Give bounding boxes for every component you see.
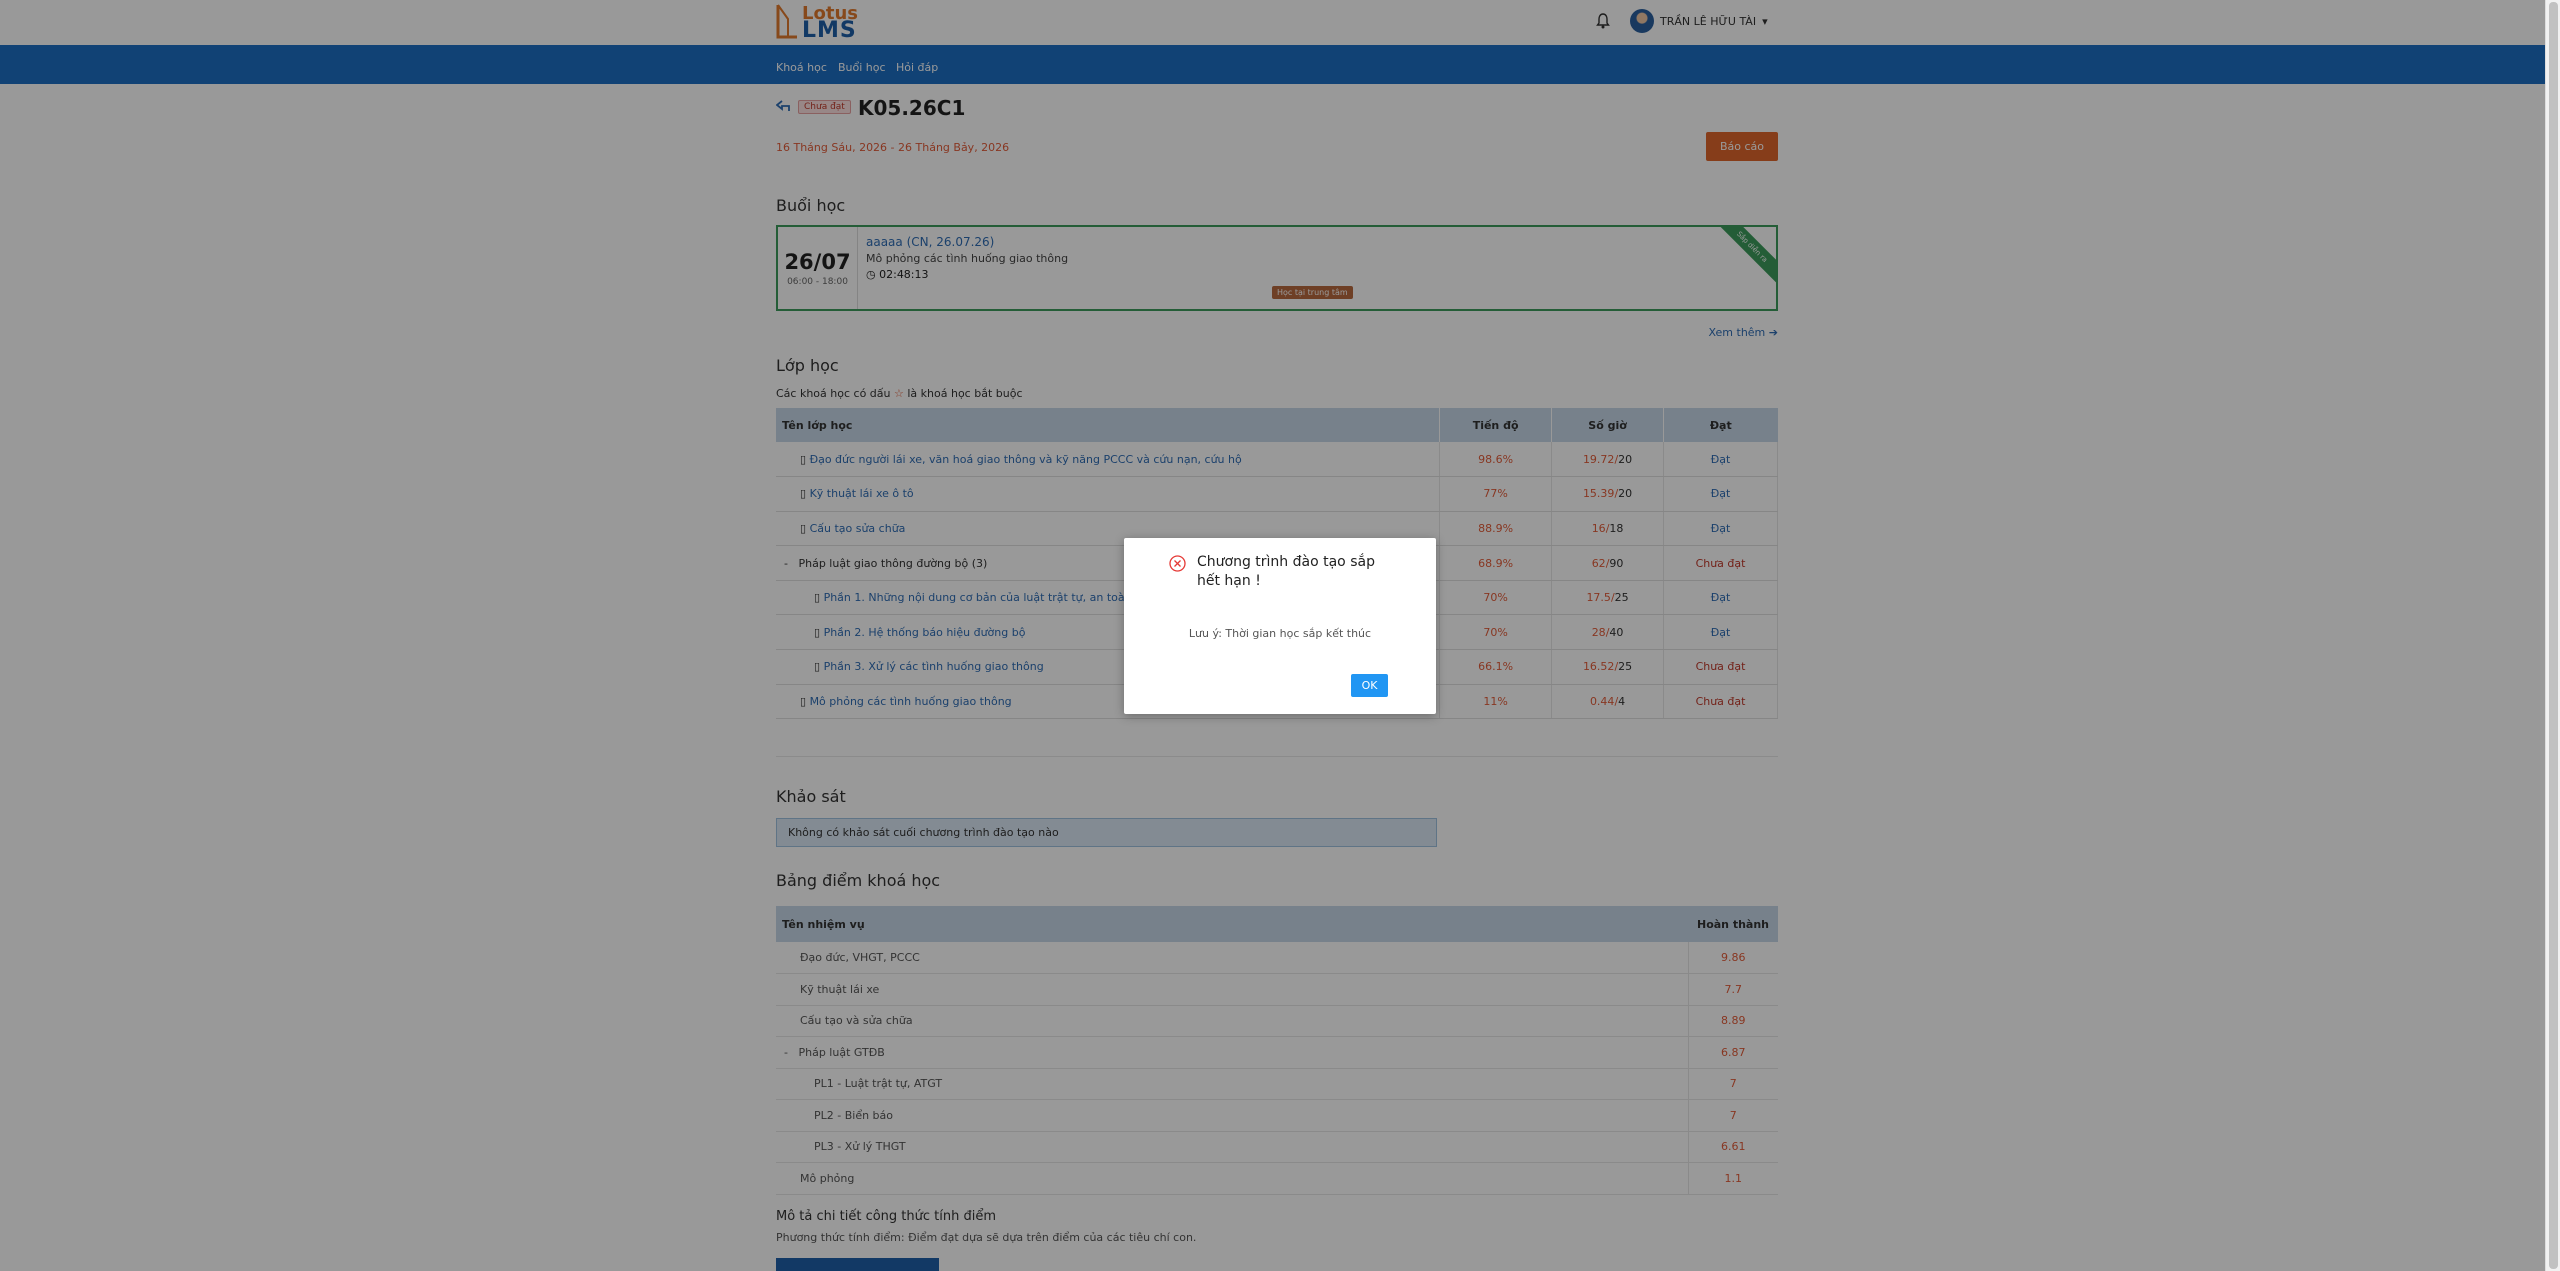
expiry-alert-dialog: Chương trình đào tạo sắp hết hạn ! Lưu ý… — [1124, 538, 1436, 714]
ok-button[interactable]: OK — [1351, 674, 1388, 697]
scrollbar-thumb[interactable] — [2549, 2, 2558, 1269]
dialog-message: Lưu ý: Thời gian học sắp kết thúc — [1188, 627, 1372, 640]
page-scrollbar[interactable] — [2545, 0, 2560, 1271]
dialog-title: Chương trình đào tạo sắp hết hạn ! — [1197, 554, 1375, 589]
error-circle-icon — [1169, 555, 1186, 572]
